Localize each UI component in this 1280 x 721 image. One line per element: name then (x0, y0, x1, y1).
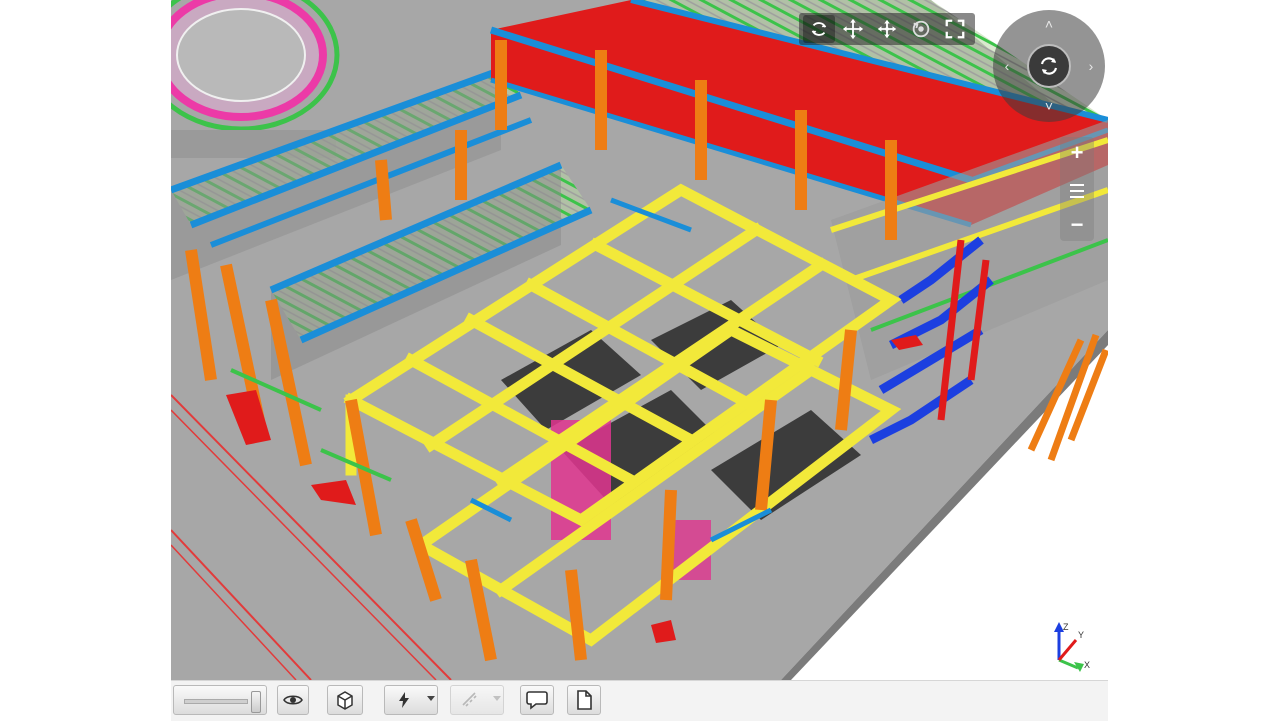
orbit-button[interactable] (803, 15, 835, 43)
document-icon (577, 690, 592, 710)
view-navigation-wheel[interactable]: ˄ ˅ ‹ › (993, 10, 1105, 122)
section-slider[interactable] (173, 685, 267, 715)
chevron-down-icon (427, 696, 435, 701)
wheel-up-arrow[interactable]: ˄ (1039, 14, 1059, 34)
orbit-icon (811, 22, 827, 36)
fullscreen-button[interactable] (939, 15, 971, 43)
3d-plant-model[interactable] (171, 0, 1108, 680)
move-button[interactable] (871, 15, 903, 43)
wheel-down-arrow[interactable]: ˅ (1039, 96, 1059, 116)
bottom-toolbar (171, 680, 1108, 721)
cube-icon (337, 691, 353, 710)
move-icon (877, 19, 897, 39)
wheel-left-arrow[interactable]: ‹ (997, 56, 1017, 76)
measure-icon (462, 692, 477, 707)
model-box-button[interactable] (327, 685, 363, 715)
axis-z-label: Z (1063, 622, 1069, 632)
circular-tank (171, 0, 340, 158)
visibility-button[interactable] (277, 685, 309, 715)
chevron-down-icon (493, 696, 501, 701)
measure-button[interactable] (450, 685, 504, 715)
slider-thumb[interactable] (251, 691, 261, 713)
speech-bubble-icon (526, 691, 548, 710)
axis-triad: Z Y X (1054, 622, 1090, 672)
model-viewport[interactable]: ˄ ˅ ‹ › + − Z Y X (171, 0, 1108, 680)
comment-button[interactable] (520, 685, 554, 715)
look-icon (912, 20, 930, 38)
pan-icon (842, 18, 864, 40)
grip-icon (1070, 184, 1084, 198)
wheel-rotate-button[interactable] (1027, 44, 1071, 88)
wheel-right-arrow[interactable]: › (1081, 56, 1101, 76)
pan-button[interactable] (837, 15, 869, 43)
axis-y-label: Y (1078, 630, 1084, 640)
document-button[interactable] (567, 685, 601, 715)
zoom-control: + − (1060, 137, 1094, 241)
fullscreen-icon (945, 19, 965, 39)
navigation-toolbar (799, 13, 975, 45)
slider-track (184, 699, 248, 704)
zoom-in-button[interactable]: + (1063, 141, 1091, 165)
lightning-button[interactable] (384, 685, 438, 715)
zoom-slider-handle[interactable] (1068, 177, 1086, 205)
zoom-out-button[interactable]: − (1063, 213, 1091, 237)
rotate-icon (1040, 57, 1058, 75)
axis-x-label: X (1084, 660, 1090, 670)
lightning-icon (399, 692, 409, 708)
look-around-button[interactable] (905, 15, 937, 43)
eye-icon (283, 695, 303, 705)
